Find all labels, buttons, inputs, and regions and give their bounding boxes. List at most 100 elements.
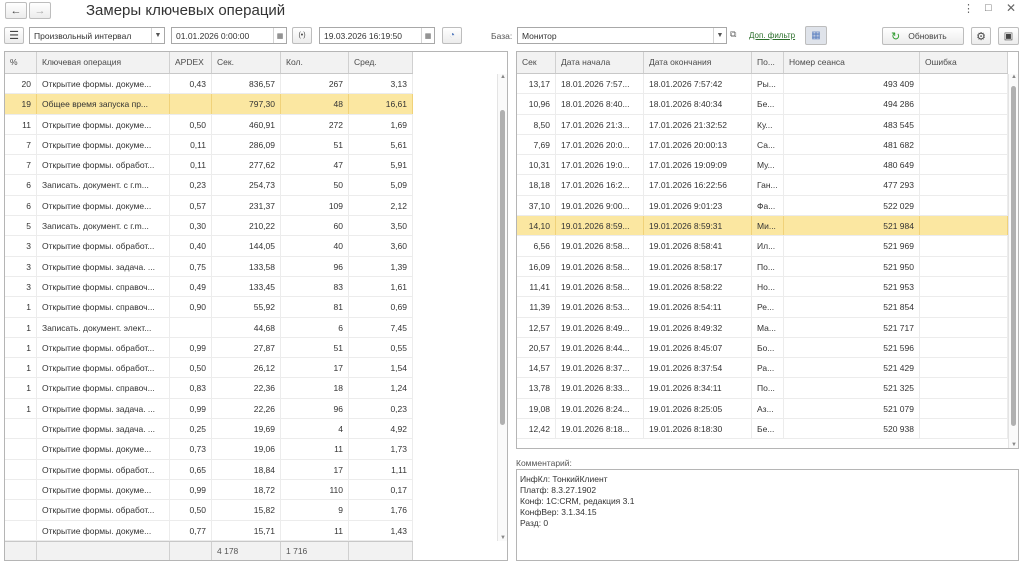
period-select-button[interactable]: ◔ (442, 27, 462, 44)
comment-line: ИнфКл: ТонкийКлиент (520, 474, 608, 484)
table-row[interactable]: 16,09 19.01.2026 8:58... 19.01.2026 8:58:1… (517, 256, 1008, 277)
table-row[interactable]: Открытие формы. докуме... 0,77 15,71 11 1,43 (5, 520, 413, 541)
table-row[interactable]: 1 Записать. документ. элект... 44,68 6 7,45 (5, 317, 413, 338)
table-cell: 19.01.2026 8:53... (556, 297, 644, 317)
column-header[interactable]: Сек. (212, 52, 281, 73)
table-cell: 521 953 (784, 276, 920, 297)
table-row[interactable]: 3 Открытие формы. справоч... 0,49 133,45 83 1… (5, 276, 413, 298)
table-cell: 521 984 (784, 216, 920, 236)
open-icon[interactable]: ⧉ (730, 29, 736, 40)
back-button[interactable]: ← (5, 2, 27, 19)
column-header[interactable]: Ошибка (920, 52, 1008, 73)
calendar-icon[interactable]: ▦ (421, 28, 434, 43)
table-cell: 17 (281, 358, 349, 378)
column-header[interactable]: Кол. (281, 52, 349, 73)
table-cell: Открытие формы. обработ... (37, 337, 170, 358)
table-row[interactable]: 1 Открытие формы. обработ... 0,50 26,12 17 1,… (5, 358, 413, 379)
table-row[interactable]: 1 Открытие формы. задача. ... 0,99 22,26 96 0… (5, 398, 413, 420)
table-row[interactable]: Открытие формы. докуме... 0,99 18,72 110 0,1… (5, 479, 413, 501)
scrollbar-thumb[interactable] (500, 110, 505, 425)
vertical-scrollbar[interactable]: ▲ ▼ (1008, 74, 1018, 448)
column-header[interactable]: Номер сеанса (784, 52, 920, 73)
key-operations-table[interactable]: % Ключевая операция APDEX Сек. Кол. Сред. 20 О… (4, 51, 508, 561)
column-header[interactable]: APDEX (170, 52, 212, 73)
table-row[interactable]: 11,41 19.01.2026 8:58... 19.01.2026 8:58:2… (517, 276, 1008, 298)
date-from-field[interactable]: 01.01.2026 0:00:00 ▦ (171, 27, 287, 44)
calendar-icon[interactable]: ▦ (273, 28, 286, 43)
table-row[interactable]: 14,57 19.01.2026 8:37... 19.01.2026 8:37:5… (517, 358, 1008, 379)
table-row[interactable]: 3 Открытие формы. обработ... 0,40 144,05 40 3… (5, 236, 413, 257)
table-row[interactable]: 5 Записать. документ. с г.m... 0,30 210,22 6… (5, 216, 413, 237)
table-row[interactable]: 1 Открытие формы. справоч... 0,90 55,92 81 0,… (5, 297, 413, 318)
scrollbar-thumb[interactable] (1011, 86, 1016, 426)
table-row[interactable]: 7,69 17.01.2026 20:0... 17.01.2026 20:00:1… (517, 134, 1008, 156)
column-header[interactable]: Дата начала (556, 52, 644, 73)
table-row[interactable]: 37,10 19.01.2026 9:00... 19.01.2026 9:01:2… (517, 195, 1008, 217)
settings-panel-icon[interactable]: ▣ (998, 27, 1019, 45)
table-cell: Са... (752, 134, 784, 155)
refresh-button[interactable]: ↻ Обновить (882, 27, 964, 45)
column-header[interactable]: По... (752, 52, 784, 73)
table-cell: 1,24 (349, 378, 413, 398)
table-row[interactable]: 10,96 18.01.2026 8:40... 18.01.2026 8:40:3… (517, 94, 1008, 115)
table-row[interactable]: 13,17 18.01.2026 7:57... 18.01.2026 7:57:4… (517, 74, 1008, 95)
table-row[interactable]: 14,10 19.01.2026 8:59... 19.01.2026 8:59:3… (517, 216, 1008, 237)
table-row[interactable]: 11,39 19.01.2026 8:53... 19.01.2026 8:54:1… (517, 297, 1008, 318)
window-more-icon[interactable]: ⋮ (963, 2, 974, 15)
table-cell: 3,60 (349, 236, 413, 256)
table-row[interactable]: 6 Записать. документ. с г.m... 0,23 254,73 5… (5, 175, 413, 196)
table-row[interactable]: 1 Открытие формы. обработ... 0,99 27,87 51 0,… (5, 337, 413, 359)
table-row[interactable]: 3 Открытие формы. задача. ... 0,75 133,58 96… (5, 256, 413, 277)
table-row[interactable]: Открытие формы. докуме... 0,73 19,06 11 1,73 (5, 439, 413, 460)
table-row[interactable]: 6 Открытие формы. докуме... 0,57 231,37 109 2… (5, 195, 413, 217)
column-header[interactable]: % (5, 52, 37, 73)
gear-icon[interactable]: ⚙ (971, 27, 991, 45)
window-close-icon[interactable]: ✕ (1006, 1, 1016, 15)
table-cell (5, 520, 37, 540)
date-to-field[interactable]: 19.03.2026 16:19:50 ▦ (319, 27, 435, 44)
table-row[interactable]: 10,31 17.01.2026 19:0... 17.01.2026 19:09:… (517, 155, 1008, 176)
table-row[interactable]: 18,18 17.01.2026 16:2... 17.01.2026 16:22:… (517, 175, 1008, 196)
table-row[interactable]: 11 Открытие формы. докуме... 0,50 460,91 272… (5, 114, 413, 135)
table-cell: 16,61 (349, 94, 413, 114)
grid-view-button[interactable]: ▦ (805, 26, 827, 45)
table-row[interactable]: Открытие формы. задача. ... 0,25 19,69 4 4,9… (5, 419, 413, 440)
table-row[interactable]: 6,56 19.01.2026 8:58... 19.01.2026 8:58:41… (517, 236, 1008, 257)
table-row[interactable]: Открытие формы. обработ... 0,50 15,82 9 1,76 (5, 500, 413, 521)
table-cell: 11,41 (517, 276, 556, 297)
table-row[interactable]: 12,42 19.01.2026 8:18... 19.01.2026 8:18:3… (517, 419, 1008, 440)
period-type-select[interactable]: Произвольный интервал ▼ (29, 27, 165, 44)
measurements-table[interactable]: Сек Дата начала Дата окончания По... Номер с… (516, 51, 1019, 449)
table-row[interactable]: 7 Открытие формы. обработ... 0,11 277,62 47 5… (5, 155, 413, 176)
table-row[interactable]: 19,08 19.01.2026 8:24... 19.01.2026 8:25:0… (517, 398, 1008, 420)
base-select[interactable]: Монитор ▼ (517, 27, 727, 44)
table-row[interactable]: 20,57 19.01.2026 8:44... 19.01.2026 8:45:0… (517, 337, 1008, 359)
comment-field[interactable]: ИнфКл: ТонкийКлиент Платф: 8.3.27.1902 Кон… (516, 469, 1019, 561)
column-header[interactable]: Дата окончания (644, 52, 752, 73)
table-row[interactable]: 12,57 19.01.2026 8:49... 19.01.2026 8:49:3… (517, 317, 1008, 338)
period-link-button[interactable]: (•) (292, 27, 312, 44)
table-row[interactable]: 8,50 17.01.2026 21:3... 17.01.2026 21:32:5… (517, 114, 1008, 135)
column-header[interactable]: Сек (517, 52, 556, 73)
table-row[interactable]: 1 Открытие формы. справоч... 0,83 22,36 18 1,… (5, 378, 413, 399)
table-row[interactable]: 7 Открытие формы. докуме... 0,11 286,09 51 5,… (5, 134, 413, 156)
table-row[interactable]: Открытие формы. обработ... 0,65 18,84 17 1,1… (5, 459, 413, 480)
table-cell: 13,17 (517, 74, 556, 94)
vertical-scrollbar[interactable]: ▲ ▼ (497, 74, 507, 541)
table-cell: Открытие формы. обработ... (37, 358, 170, 378)
chevron-down-icon[interactable]: ▼ (151, 28, 164, 43)
table-cell: 3,13 (349, 74, 413, 94)
table-cell (920, 155, 1008, 175)
chevron-down-icon[interactable]: ▼ (713, 28, 726, 43)
forward-button[interactable]: → (29, 2, 51, 19)
table-cell: 17.01.2026 21:3... (556, 114, 644, 134)
table-row[interactable]: 19 Общее время запуска пр... 797,30 48 16,61 (5, 94, 413, 115)
table-cell: 8,50 (517, 114, 556, 134)
table-row[interactable]: 20 Открытие формы. докуме... 0,43 836,57 267… (5, 74, 413, 95)
window-maximize-icon[interactable]: □ (985, 2, 992, 14)
column-header[interactable]: Сред. (349, 52, 413, 73)
table-row[interactable]: 13,78 19.01.2026 8:33... 19.01.2026 8:34:1… (517, 378, 1008, 399)
column-header[interactable]: Ключевая операция (37, 52, 170, 73)
menu-icon[interactable]: ☰ (4, 27, 24, 44)
extra-filter-link[interactable]: Доп. фильтр (749, 31, 795, 40)
